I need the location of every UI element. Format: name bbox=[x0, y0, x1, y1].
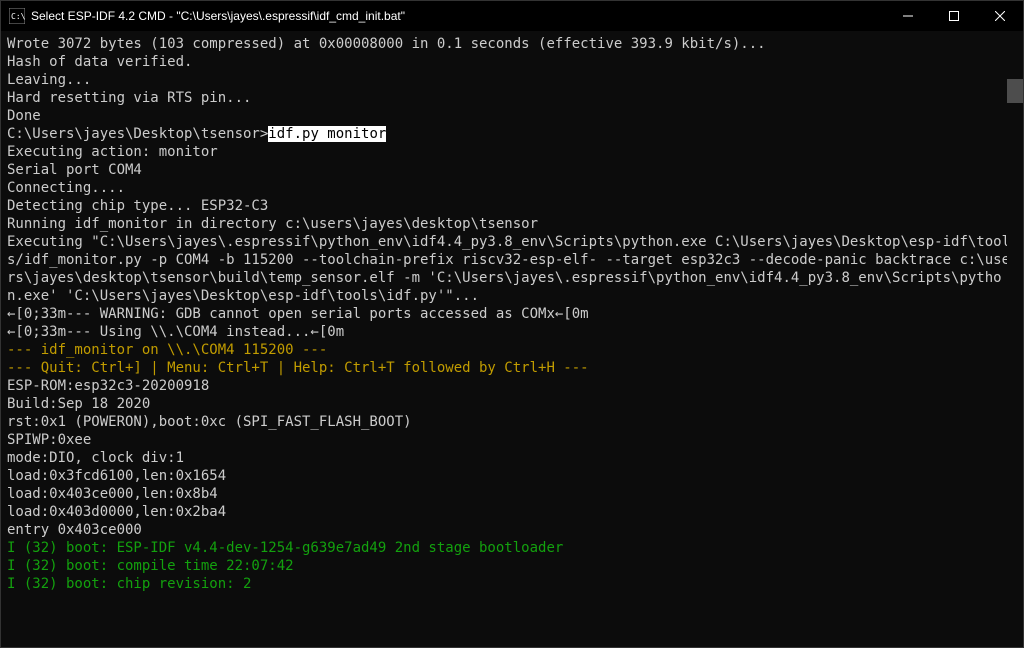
window-title: Select ESP-IDF 4.2 CMD - "C:\Users\jayes… bbox=[31, 9, 885, 23]
output-line: Connecting.... bbox=[7, 179, 1017, 197]
svg-text:C:\: C:\ bbox=[11, 12, 25, 21]
output-line: entry 0x403ce000 bbox=[7, 521, 1017, 539]
prompt-path: C:\Users\jayes\Desktop\tsensor> bbox=[7, 126, 268, 142]
output-line: ESP-ROM:esp32c3-20200918 bbox=[7, 377, 1017, 395]
terminal-wrap: Wrote 3072 bytes (103 compressed) at 0x0… bbox=[1, 31, 1023, 647]
output-line: Hard resetting via RTS pin... bbox=[7, 89, 1017, 107]
prompt-line: C:\Users\jayes\Desktop\tsensor>idf.py mo… bbox=[7, 125, 1017, 143]
output-line: --- Quit: Ctrl+] | Menu: Ctrl+T | Help: … bbox=[7, 359, 1017, 377]
output-line: Leaving... bbox=[7, 71, 1017, 89]
output-line: SPIWP:0xee bbox=[7, 431, 1017, 449]
output-line: I (32) boot: compile time 22:07:42 bbox=[7, 557, 1017, 575]
close-button[interactable] bbox=[977, 1, 1023, 31]
cmd-icon: C:\ bbox=[9, 8, 25, 24]
output-line: Wrote 3072 bytes (103 compressed) at 0x0… bbox=[7, 35, 1017, 53]
output-line: ←[0;33m--- WARNING: GDB cannot open seri… bbox=[7, 305, 1017, 323]
maximize-icon bbox=[949, 11, 959, 21]
output-line: mode:DIO, clock div:1 bbox=[7, 449, 1017, 467]
scrollbar[interactable] bbox=[1007, 31, 1023, 647]
output-line: load:0x403ce000,len:0x8b4 bbox=[7, 485, 1017, 503]
output-line: Running idf_monitor in directory c:\user… bbox=[7, 215, 1017, 233]
output-line: load:0x3fcd6100,len:0x1654 bbox=[7, 467, 1017, 485]
output-line: ←[0;33m--- Using \\.\COM4 instead...←[0m bbox=[7, 323, 1017, 341]
terminal[interactable]: Wrote 3072 bytes (103 compressed) at 0x0… bbox=[1, 31, 1023, 647]
output-line: Executing action: monitor bbox=[7, 143, 1017, 161]
output-line: --- idf_monitor on \\.\COM4 115200 --- bbox=[7, 341, 1017, 359]
output-line: Done bbox=[7, 107, 1017, 125]
titlebar-controls bbox=[885, 1, 1023, 31]
output-line: Detecting chip type... ESP32-C3 bbox=[7, 197, 1017, 215]
minimize-icon bbox=[903, 11, 913, 21]
output-line: Serial port COM4 bbox=[7, 161, 1017, 179]
app-window: C:\ Select ESP-IDF 4.2 CMD - "C:\Users\j… bbox=[0, 0, 1024, 648]
output-line: Executing "C:\Users\jayes\.espressif\pyt… bbox=[7, 233, 1017, 305]
output-line: rst:0x1 (POWERON),boot:0xc (SPI_FAST_FLA… bbox=[7, 413, 1017, 431]
maximize-button[interactable] bbox=[931, 1, 977, 31]
output-line: Hash of data verified. bbox=[7, 53, 1017, 71]
output-line: load:0x403d0000,len:0x2ba4 bbox=[7, 503, 1017, 521]
scrollbar-thumb[interactable] bbox=[1007, 79, 1023, 103]
output-line: I (32) boot: ESP-IDF v4.4-dev-1254-g639e… bbox=[7, 539, 1017, 557]
command-text: idf.py monitor bbox=[268, 126, 386, 142]
output-line: Build:Sep 18 2020 bbox=[7, 395, 1017, 413]
output-line: I (32) boot: chip revision: 2 bbox=[7, 575, 1017, 593]
minimize-button[interactable] bbox=[885, 1, 931, 31]
close-icon bbox=[995, 11, 1005, 21]
titlebar[interactable]: C:\ Select ESP-IDF 4.2 CMD - "C:\Users\j… bbox=[1, 1, 1023, 31]
